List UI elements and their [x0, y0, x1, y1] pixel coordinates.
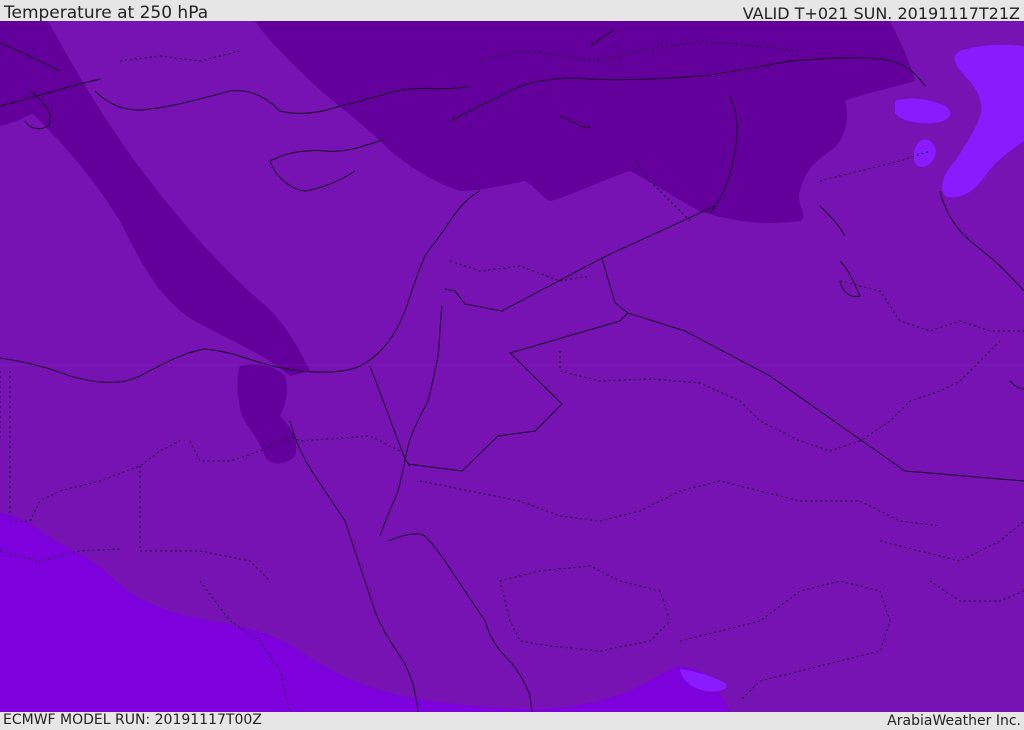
credit-label: ArabiaWeather Inc. [887, 713, 1021, 729]
model-run-label: ECMWF MODEL RUN: 20191117T00Z [3, 712, 262, 728]
header-bar: Temperature at 250 hPa VALID T+021 SUN. … [0, 0, 1024, 23]
map-canvas [0, 21, 1024, 712]
map-title: Temperature at 250 hPa [4, 3, 209, 23]
footer-bar: ECMWF MODEL RUN: 20191117T00Z ArabiaWeat… [0, 712, 1024, 729]
temperature-map[interactable] [0, 21, 1024, 712]
